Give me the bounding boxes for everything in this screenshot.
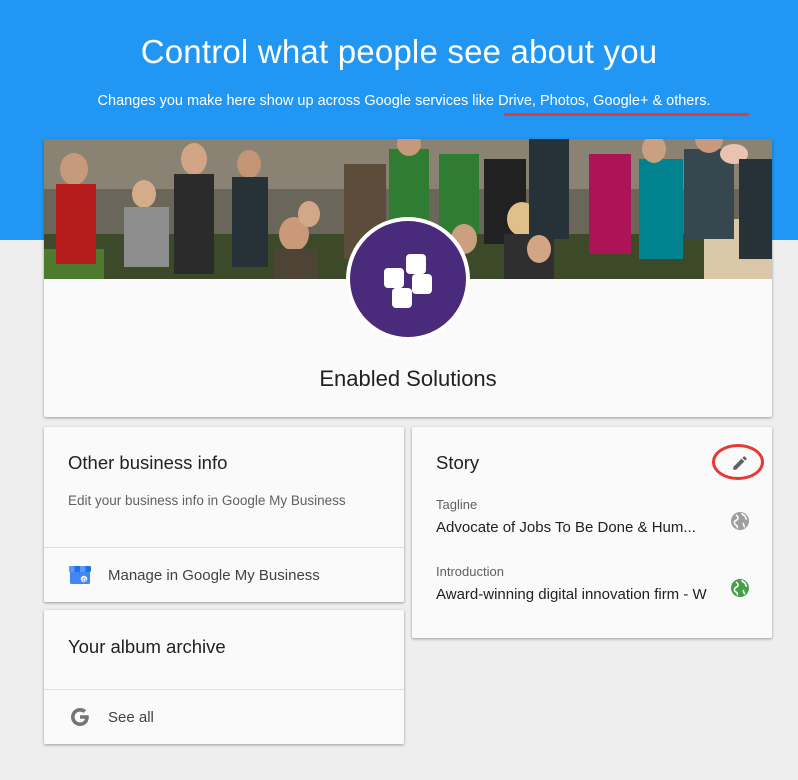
introduction-label: Introduction (436, 564, 504, 579)
album-archive-title: Your album archive (68, 636, 226, 657)
globe-grey-icon[interactable] (730, 511, 750, 531)
svg-text:G: G (82, 577, 86, 583)
see-all-button[interactable]: See all (44, 690, 404, 744)
annotation-underline (504, 113, 749, 116)
album-archive-card: Your album archive See all (44, 610, 404, 744)
story-title: Story (436, 452, 480, 473)
other-business-title: Other business info (68, 452, 228, 473)
see-all-label: See all (108, 708, 154, 726)
profile-card: Enabled Solutions (44, 139, 772, 417)
tagline-value[interactable]: Advocate of Jobs To Be Done & Hum... (436, 519, 718, 536)
profile-avatar[interactable] (346, 217, 470, 341)
page-subtitle: Changes you make here show up across Goo… (97, 93, 711, 109)
google-my-business-icon: G (68, 563, 92, 587)
story-card: Story Tagline Advocate of Jobs To Be Don… (412, 427, 772, 638)
other-business-card: Other business info Edit your business i… (44, 427, 404, 602)
introduction-value[interactable]: Award-winning digital innovation firm - … (436, 586, 718, 603)
profile-name: Enabled Solutions (319, 366, 497, 391)
google-g-icon (68, 705, 92, 729)
manage-gmb-button[interactable]: G Manage in Google My Business (44, 548, 404, 602)
manage-gmb-label: Manage in Google My Business (108, 566, 320, 584)
globe-green-icon[interactable] (730, 578, 750, 598)
annotation-circle (712, 444, 764, 480)
tagline-label: Tagline (436, 497, 478, 512)
other-business-description: Edit your business info in Google My Bus… (68, 493, 346, 508)
page-title: Control what people see about you (140, 33, 658, 70)
enabled-solutions-logo-icon (350, 221, 466, 337)
